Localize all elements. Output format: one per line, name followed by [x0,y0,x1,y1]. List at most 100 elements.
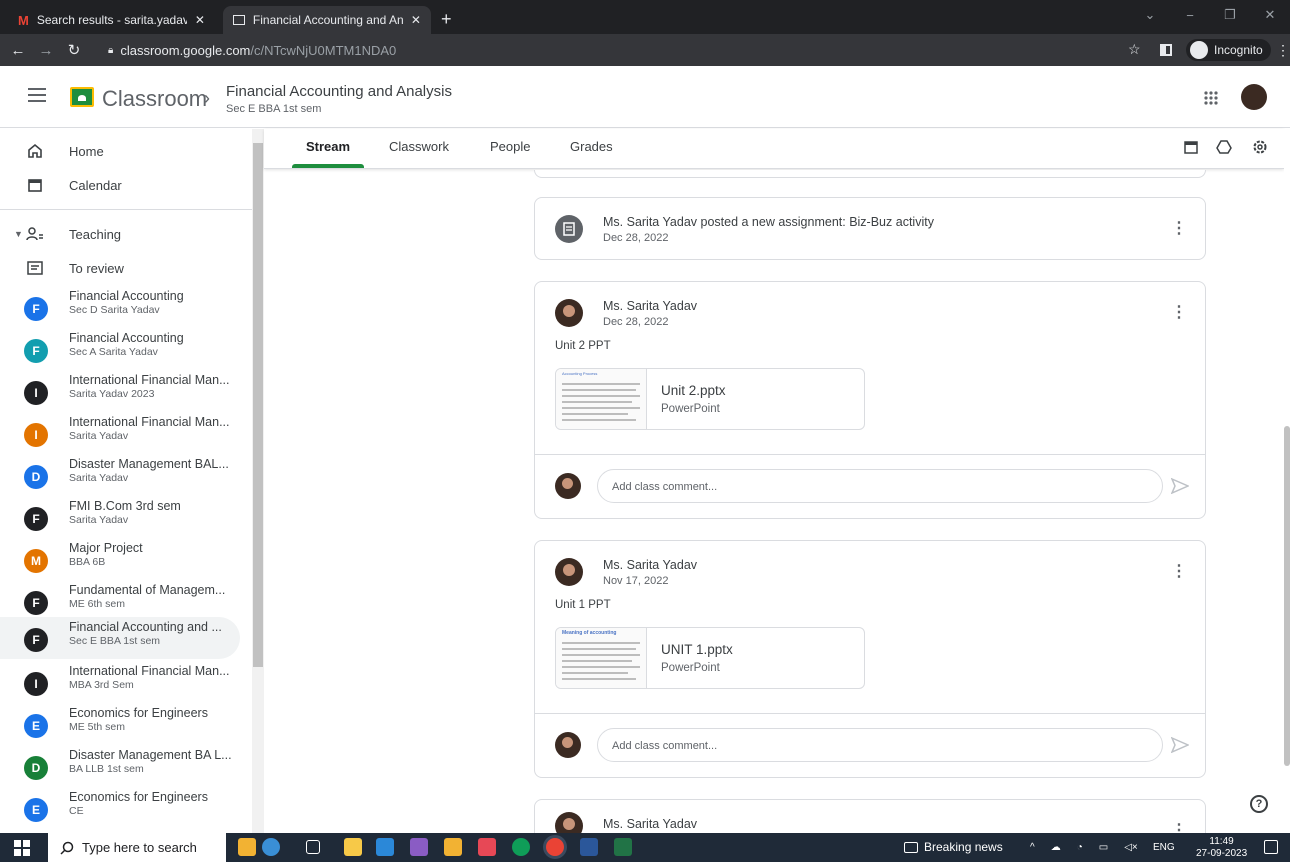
sidebar-class-item[interactable]: E Economics for Engineers ME 5th sem [0,703,240,745]
chrome-icon[interactable] [546,838,564,856]
minimize-icon[interactable]: − [1170,0,1210,30]
windows-start-icon[interactable] [14,840,30,856]
show-hidden-icon[interactable]: ^ [1030,842,1035,853]
class-initial-avatar: F [24,339,48,363]
scrollbar-thumb[interactable] [253,143,263,667]
tab-stream[interactable]: Stream [291,139,365,168]
app-icon[interactable] [478,838,496,856]
sidebar-class-item[interactable]: F FMI B.Com 3rd sem Sarita Yadav [0,496,240,538]
system-tray: ^ ☁ ◔ ▭ ◁× [1030,842,1138,853]
sidebar-class-item[interactable]: F Financial Accounting Sec A Sarita Yada… [0,328,240,370]
class-name: Economics for Engineers [69,790,208,804]
browser-menu-icon[interactable]: ⋮ [1276,42,1290,59]
more-options-icon[interactable]: ⋮ [1171,820,1187,833]
class-initial-avatar: F [24,591,48,615]
sidebar-class-item[interactable]: F Fundamental of Managem... ME 6th sem [0,580,240,622]
comment-input[interactable]: Add class comment... [597,469,1163,503]
tab-search-icon[interactable]: ⌄ [1130,0,1170,30]
file-name[interactable]: Unit 2.pptx [661,383,726,398]
brand-name[interactable]: Classroom [102,86,207,112]
word-icon[interactable] [580,838,598,856]
class-initial-avatar: F [24,297,48,321]
sidebar-class-item[interactable]: I International Financial Man... Sarita … [0,370,240,412]
calendar-icon[interactable] [1184,140,1198,154]
onedrive-icon[interactable]: ☁ [1051,842,1061,853]
cortana-icon[interactable] [238,838,256,856]
sidebar-class-item-active[interactable]: F Financial Accounting and ... Sec E BBA… [0,617,240,659]
taskbar-search[interactable]: Type here to search [48,833,226,862]
announcement-card: Ms. Sarita Yadav Dec 28, 2022 ⋮ Unit 2 P… [534,281,1206,519]
account-avatar[interactable] [1241,84,1267,110]
more-options-icon[interactable]: ⋮ [1171,218,1187,238]
class-name: Financial Accounting and ... [69,620,222,634]
sidebar-class-item[interactable]: F Financial Accounting Sec D Sarita Yada… [0,286,240,328]
news-widget[interactable]: Breaking news [904,840,1003,854]
excel-icon[interactable] [614,838,632,856]
sidebar-class-item[interactable]: D Disaster Management BAL... Sarita Yada… [0,454,240,496]
sidebar-class-item[interactable]: E Economics for Engineers CE [0,787,240,829]
wifi-icon[interactable]: ◔ [1077,842,1083,853]
edge-icon[interactable] [512,838,530,856]
sidebar-item-to-review[interactable]: To review [0,247,240,289]
classroom-logo-icon[interactable] [70,87,94,107]
bookmark-star-icon[interactable]: ☆ [1128,41,1141,58]
side-panel-icon[interactable] [1160,44,1172,56]
gear-icon[interactable] [1252,139,1268,155]
volume-icon[interactable]: ◁× [1124,842,1138,853]
sidebar-item-calendar[interactable]: Calendar [0,164,240,206]
sidebar-class-item[interactable]: I International Financial Man... MBA 3rd… [0,661,240,703]
tab-classwork[interactable]: Classwork [389,139,449,154]
browser-tab-classroom[interactable]: Financial Accounting and Analysis ✕ [222,6,431,34]
class-initial-avatar: E [24,714,48,738]
close-tab-icon[interactable]: ✕ [195,13,205,27]
tab-grades[interactable]: Grades [570,139,613,154]
comment-input[interactable]: Add class comment... [597,728,1163,762]
gmail-icon: M [18,12,29,28]
app-icon[interactable] [410,838,428,856]
more-options-icon[interactable]: ⋮ [1171,561,1187,581]
input-language[interactable]: ENG [1153,842,1175,853]
clock[interactable]: 11:49 27-09-2023 [1196,836,1247,860]
file-type: PowerPoint [661,662,720,674]
file-explorer-icon[interactable] [444,838,462,856]
battery-icon[interactable]: ▭ [1099,842,1108,853]
browser-tab-gmail[interactable]: M Search results - sarita.yadav@me ✕ [8,6,215,34]
class-section: Sec D Sarita Yadav [69,304,160,316]
close-window-icon[interactable]: ✕ [1250,0,1290,30]
main-scrollbar[interactable] [1284,129,1290,833]
mail-icon[interactable] [376,838,394,856]
address-bar[interactable]: 🔒︎ classroom.google.com/c/NTcwNjU0MTM1ND… [108,37,1152,63]
sidebar-class-item[interactable]: D Disaster Management BA L... BA LLB 1st… [0,745,240,787]
sidebar-class-item[interactable]: M Major Project BBA 6B [0,538,240,580]
news-icon [904,841,918,853]
google-apps-icon[interactable] [1204,91,1218,105]
send-icon[interactable] [1171,478,1189,494]
back-icon[interactable]: ← [4,36,32,64]
close-tab-icon[interactable]: ✕ [411,13,421,27]
forward-icon[interactable]: → [32,36,60,64]
reload-icon[interactable]: ↻ [60,36,88,64]
task-view-icon[interactable] [306,840,320,854]
incognito-badge[interactable]: Incognito [1186,39,1271,61]
file-name[interactable]: UNIT 1.pptx [661,642,733,657]
restore-icon[interactable]: ❐ [1210,0,1250,30]
sidebar-class-item[interactable]: I International Financial Man... Sarita … [0,412,240,454]
send-icon[interactable] [1171,737,1189,753]
tab-people[interactable]: People [490,139,530,154]
scrollbar-thumb[interactable] [1284,426,1290,766]
more-options-icon[interactable]: ⋮ [1171,302,1187,322]
store-icon[interactable] [344,838,362,856]
new-tab-button[interactable]: + [441,4,452,34]
notifications-icon[interactable] [1264,840,1278,854]
sidebar-scrollbar[interactable] [252,129,264,833]
class-section: BBA 6B [69,556,106,568]
main-menu-icon[interactable] [28,88,46,102]
attachment-card[interactable]: Accounting Process Unit 2.pptx PowerPoin… [555,368,865,430]
lock-icon: 🔒︎ [108,44,114,56]
attachment-card[interactable]: Meaning of accounting UNIT 1.pptx PowerP… [555,627,865,689]
widget-avatar-icon[interactable] [262,838,280,856]
help-icon[interactable]: ? [1250,795,1268,813]
assignment-post-card[interactable]: Ms. Sarita Yadav posted a new assignment… [534,197,1206,260]
assignment-text[interactable]: Ms. Sarita Yadav posted a new assignment… [603,215,934,229]
google-drive-icon[interactable] [1216,139,1232,155]
